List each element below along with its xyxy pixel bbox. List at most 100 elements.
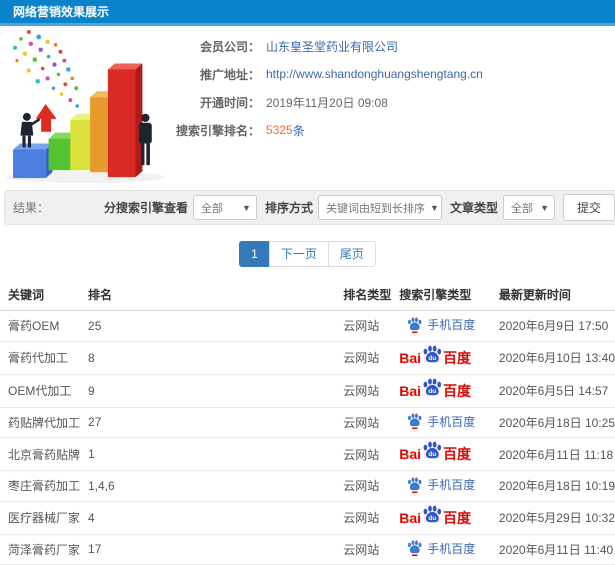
baidu-logo: Bai du 百度 [399, 378, 471, 402]
mobile-baidu-badge: 手机百度 [407, 476, 475, 493]
cell-rank-link[interactable]: 25 [80, 310, 336, 342]
article-type-select[interactable]: 全部 ▼ [502, 195, 555, 220]
cell-engine: 手机百度 [391, 407, 491, 438]
growth-chart-illustration [6, 29, 165, 184]
baidu-logo: Bai du 百度 [399, 345, 471, 369]
result-label: 结果： [13, 201, 50, 215]
cell-updated: 2020年5月29日 10:32 [490, 501, 615, 535]
businessman-left [20, 112, 40, 148]
cell-engine: 手机百度 [391, 310, 491, 342]
cell-keyword: 膏药代加工 [0, 341, 81, 375]
info-row-opened: 开通时间： 2019年11月20日 09:08 [168, 88, 483, 116]
table-row: 菏泽膏药厂家 17 云网站 手机百度 2020年6月11日 11:40 [0, 534, 615, 565]
svg-text:du: du [428, 515, 436, 522]
cell-keyword: 枣庄膏药加工 [0, 470, 81, 502]
up-arrow-icon [35, 104, 57, 132]
mobile-baidu-icon [408, 540, 422, 556]
engine-filter-select[interactable]: 全部 ▼ [192, 195, 257, 220]
cell-updated: 2020年6月9日 17:50 [490, 310, 615, 342]
cell-updated: 2020年6月11日 11:40 [490, 534, 615, 565]
cell-keyword: 膏药OEM [0, 310, 81, 342]
cell-engine: Bai du 百度 [391, 374, 491, 408]
table-row: 膏药OEM 25 云网站 手机百度 2020年6月9日 17:50 [0, 310, 615, 342]
sort-select[interactable]: 关键词由短到长排序 ▼ [317, 195, 442, 220]
cell-rank-link[interactable]: 17 [80, 534, 336, 565]
last-page-button[interactable]: 尾页 [327, 241, 376, 267]
results-table: 关键词 排名 排名类型 搜索引擎类型 最新更新时间 膏药OEM 25 云网站 手… [0, 279, 615, 565]
submit-button[interactable]: 提交 [562, 194, 615, 221]
confetti-dots [13, 29, 80, 108]
cell-updated: 2020年6月18日 10:19 [490, 470, 615, 502]
cell-rank-type: 云网站 [335, 437, 392, 471]
hero-section: 会员公司： 山东皇圣堂药业有限公司 推广地址： http://www.shand… [0, 26, 615, 190]
cell-keyword: OEM代加工 [0, 374, 81, 408]
cell-keyword: 菏泽膏药厂家 [0, 534, 81, 565]
cell-rank-link[interactable]: 8 [80, 341, 336, 375]
cell-keyword: 药贴牌代加工 [0, 407, 81, 438]
cell-updated: 2020年6月11日 11:18 [490, 437, 615, 471]
cell-rank-link[interactable]: 1 [80, 437, 336, 471]
next-page-button[interactable]: 下一页 [268, 241, 329, 267]
mobile-baidu-badge: 手机百度 [407, 413, 475, 430]
cell-engine: 手机百度 [391, 534, 491, 565]
cell-rank-type: 云网站 [335, 407, 392, 438]
info-row-rank-count: 搜索引擎排名： 5325 条 [168, 116, 483, 144]
bar-blue [13, 143, 53, 179]
table-header-row: 关键词 排名 排名类型 搜索引擎类型 最新更新时间 [0, 279, 615, 311]
promo-url-link[interactable]: http://www.shandonghuangshengtang.cn [266, 67, 483, 81]
table-row: 北京膏药贴牌 1 云网站 Bai du 百度 2020年6月11日 11:18 [0, 437, 615, 471]
mobile-baidu-badge: 手机百度 [407, 540, 475, 557]
company-label: 会员公司： [199, 39, 260, 54]
cell-rank-type: 云网站 [335, 501, 392, 535]
cell-rank-type: 云网站 [335, 470, 392, 502]
cell-engine: 手机百度 [391, 470, 491, 502]
cell-rank-link[interactable]: 1,4,6 [80, 470, 336, 502]
filter-bar: 结果： 分搜索引擎查看 全部 ▼ 排序方式 关键词由短到长排序 ▼ 文章类型 全… [4, 190, 615, 225]
baidu-paw-icon: du [423, 505, 442, 522]
cell-rank-link[interactable]: 27 [80, 407, 336, 438]
page-button-1[interactable]: 1 [239, 241, 270, 267]
svg-text:du: du [428, 388, 436, 395]
article-type-value: 全部 [510, 202, 533, 215]
info-row-company: 会员公司： 山东皇圣堂药业有限公司 [168, 32, 483, 60]
engine-filter-label: 分搜索引擎查看 [103, 201, 188, 215]
col-rank-type: 排名类型 [335, 279, 392, 311]
title-bar: 网络营销效果展示 [0, 0, 615, 26]
cell-engine: Bai du 百度 [391, 501, 491, 535]
sort-label: 排序方式 [264, 201, 313, 215]
chevron-down-icon: ▼ [429, 202, 439, 213]
cell-rank-type: 云网站 [335, 534, 392, 565]
rank-count-suffix-link[interactable]: 条 [293, 122, 305, 139]
mobile-baidu-icon [408, 413, 422, 429]
svg-text:du: du [428, 355, 436, 362]
cell-keyword: 北京膏药贴牌 [0, 437, 81, 471]
col-rank: 排名 [80, 279, 336, 311]
cell-engine: Bai du 百度 [391, 437, 491, 471]
baidu-logo: Bai du 百度 [399, 505, 471, 529]
table-row: 药贴牌代加工 27 云网站 手机百度 2020年6月18日 10:25 [0, 407, 615, 438]
cell-rank-link[interactable]: 4 [80, 501, 336, 535]
open-time-value: 2019年11月20日 09:08 [266, 95, 388, 110]
col-engine-type: 搜索引擎类型 [391, 279, 491, 311]
svg-text:du: du [428, 451, 436, 458]
article-type-label: 文章类型 [449, 201, 498, 215]
open-time-label: 开通时间： [199, 95, 260, 110]
bar-red [107, 63, 143, 178]
sort-value: 关键词由短到长排序 [325, 202, 425, 215]
cell-rank-link[interactable]: 9 [80, 374, 336, 408]
mobile-baidu-icon [408, 316, 422, 333]
col-updated: 最新更新时间 [490, 279, 615, 311]
promo-url-label: 推广地址： [199, 67, 260, 82]
cell-engine: Bai du 百度 [391, 341, 491, 375]
table-row: 医疗器械厂家 4 云网站 Bai du 百度 2020年5月29日 10:32 [0, 501, 615, 535]
company-link[interactable]: 山东皇圣堂药业有限公司 [266, 38, 398, 55]
rank-count-value: 5325 [266, 123, 293, 137]
mobile-baidu-badge: 手机百度 [407, 316, 475, 333]
baidu-paw-icon: du [423, 345, 442, 362]
results-table-body: 膏药OEM 25 云网站 手机百度 2020年6月9日 17:50 膏药代加工 … [0, 310, 615, 565]
pagination: 1 下一页 尾页 [0, 241, 615, 267]
page-title: 网络营销效果展示 [13, 5, 110, 19]
cell-updated: 2020年6月10日 13:40 [490, 341, 615, 375]
cell-rank-type: 云网站 [335, 341, 392, 375]
baidu-logo: Bai du 百度 [399, 441, 471, 465]
